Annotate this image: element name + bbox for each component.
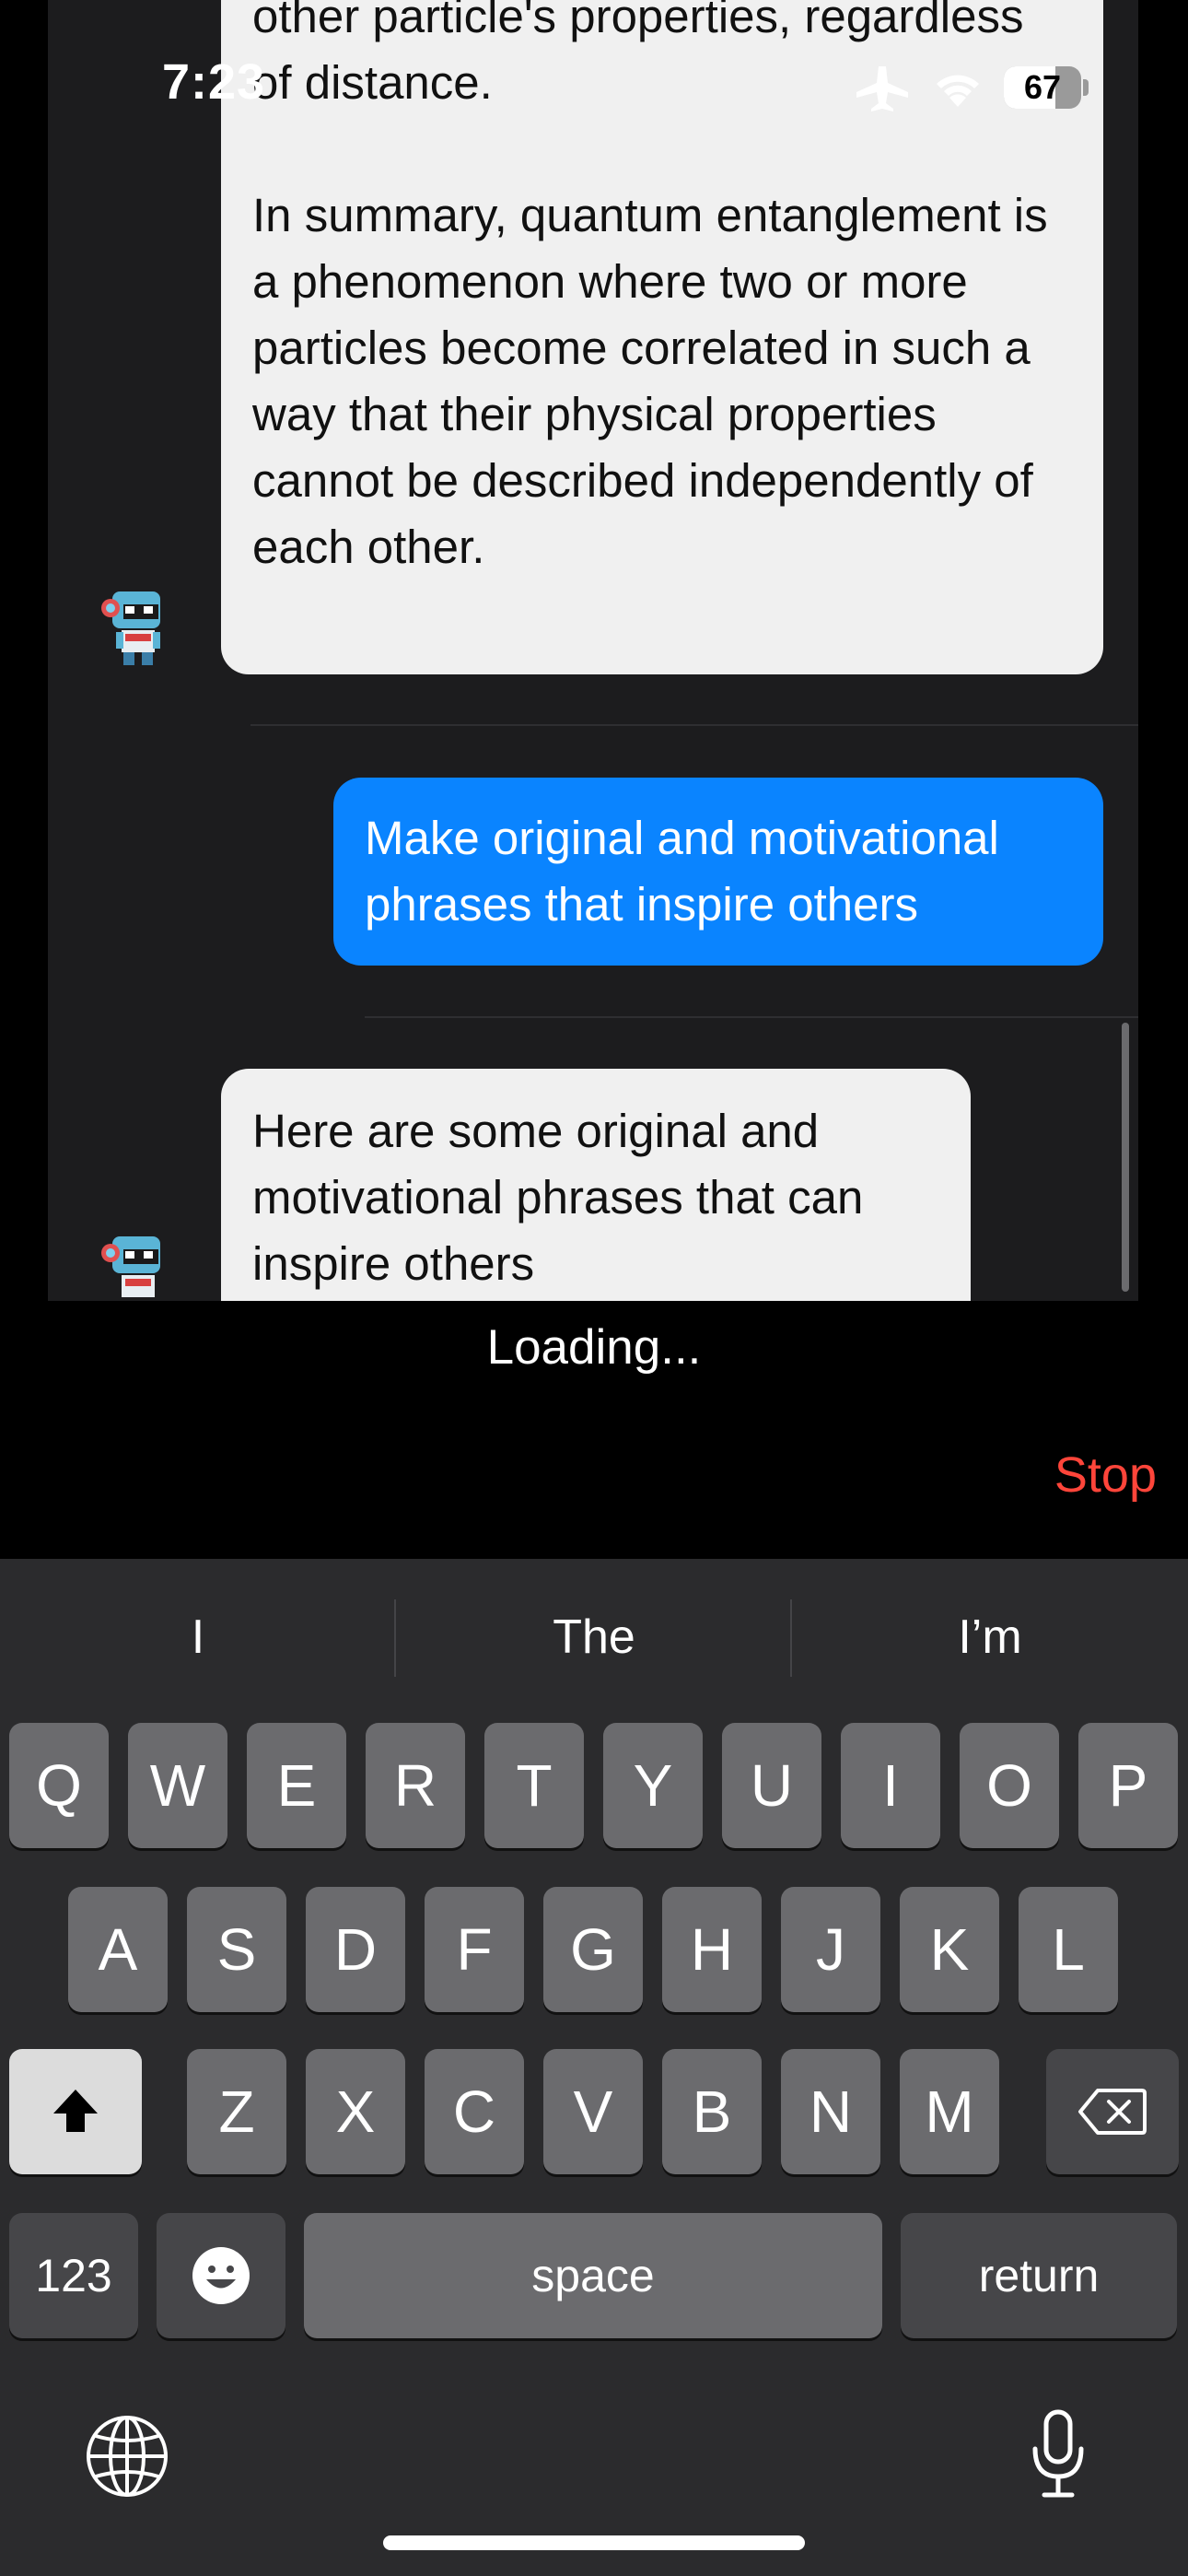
keyboard: I The I’m Q W E R T Y U I O P A S D F G … xyxy=(0,1559,1188,2576)
scroll-indicator[interactable] xyxy=(1122,1023,1129,1292)
space-key[interactable]: space xyxy=(304,2213,882,2338)
key-d[interactable]: D xyxy=(306,1887,405,2012)
home-indicator[interactable] xyxy=(383,2535,805,2550)
key-y[interactable]: Y xyxy=(603,1723,703,1848)
message-text: Make original and motivational phrases t… xyxy=(365,812,999,931)
globe-icon[interactable] xyxy=(85,2414,169,2499)
backspace-icon xyxy=(1078,2089,1147,2135)
key-p[interactable]: P xyxy=(1078,1723,1178,1848)
key-l[interactable]: L xyxy=(1019,1887,1118,2012)
message-paragraph: other particle's properties, regardless … xyxy=(252,0,1024,109)
key-t[interactable]: T xyxy=(484,1723,584,1848)
suggestion-1[interactable]: I xyxy=(0,1559,396,1715)
key-j[interactable]: J xyxy=(781,1887,880,2012)
key-m[interactable]: M xyxy=(900,2049,999,2174)
key-q[interactable]: Q xyxy=(9,1723,109,1848)
key-b[interactable]: B xyxy=(662,2049,762,2174)
key-c[interactable]: C xyxy=(425,2049,524,2174)
robot-avatar-icon xyxy=(101,591,160,665)
message-paragraph: In summary, quantum entanglement is a ph… xyxy=(252,189,1048,573)
return-key[interactable]: return xyxy=(901,2213,1177,2338)
loading-indicator: Loading... xyxy=(486,1320,702,1375)
key-i[interactable]: I xyxy=(841,1723,940,1848)
key-w[interactable]: W xyxy=(128,1723,227,1848)
message-text: Here are some original and motivational … xyxy=(252,1105,864,1290)
key-z[interactable]: Z xyxy=(187,2049,286,2174)
key-g[interactable]: G xyxy=(543,1887,643,2012)
shift-key[interactable] xyxy=(9,2049,142,2174)
key-k[interactable]: K xyxy=(900,1887,999,2012)
chat-scroll-area[interactable]: other particle's properties, regardless … xyxy=(48,0,1138,1301)
delete-key[interactable] xyxy=(1046,2049,1179,2174)
key-h[interactable]: H xyxy=(662,1887,762,2012)
emoji-icon xyxy=(192,2247,250,2304)
message-separator xyxy=(365,1016,1138,1018)
screen: other particle's properties, regardless … xyxy=(0,0,1188,2576)
key-v[interactable]: V xyxy=(543,2049,643,2174)
key-x[interactable]: X xyxy=(306,2049,405,2174)
emoji-key[interactable] xyxy=(157,2213,285,2338)
shift-icon xyxy=(53,2090,98,2132)
microphone-icon[interactable] xyxy=(1028,2408,1089,2500)
key-f[interactable]: F xyxy=(425,1887,524,2012)
robot-avatar-icon xyxy=(101,1236,160,1297)
key-u[interactable]: U xyxy=(722,1723,821,1848)
message-separator xyxy=(250,724,1138,726)
key-n[interactable]: N xyxy=(781,2049,880,2174)
assistant-message-bubble: other particle's properties, regardless … xyxy=(221,0,1103,674)
suggestion-3[interactable]: I’m xyxy=(792,1559,1188,1715)
key-r[interactable]: R xyxy=(366,1723,465,1848)
suggestion-2[interactable]: The xyxy=(396,1559,792,1715)
user-message-bubble: Make original and motivational phrases t… xyxy=(333,778,1103,966)
key-o[interactable]: O xyxy=(960,1723,1059,1848)
numbers-key[interactable]: 123 xyxy=(9,2213,138,2338)
key-s[interactable]: S xyxy=(187,1887,286,2012)
stop-button[interactable]: Stop xyxy=(1054,1446,1157,1504)
key-a[interactable]: A xyxy=(68,1887,168,2012)
key-e[interactable]: E xyxy=(247,1723,346,1848)
assistant-message-bubble: Here are some original and motivational … xyxy=(221,1069,971,1301)
